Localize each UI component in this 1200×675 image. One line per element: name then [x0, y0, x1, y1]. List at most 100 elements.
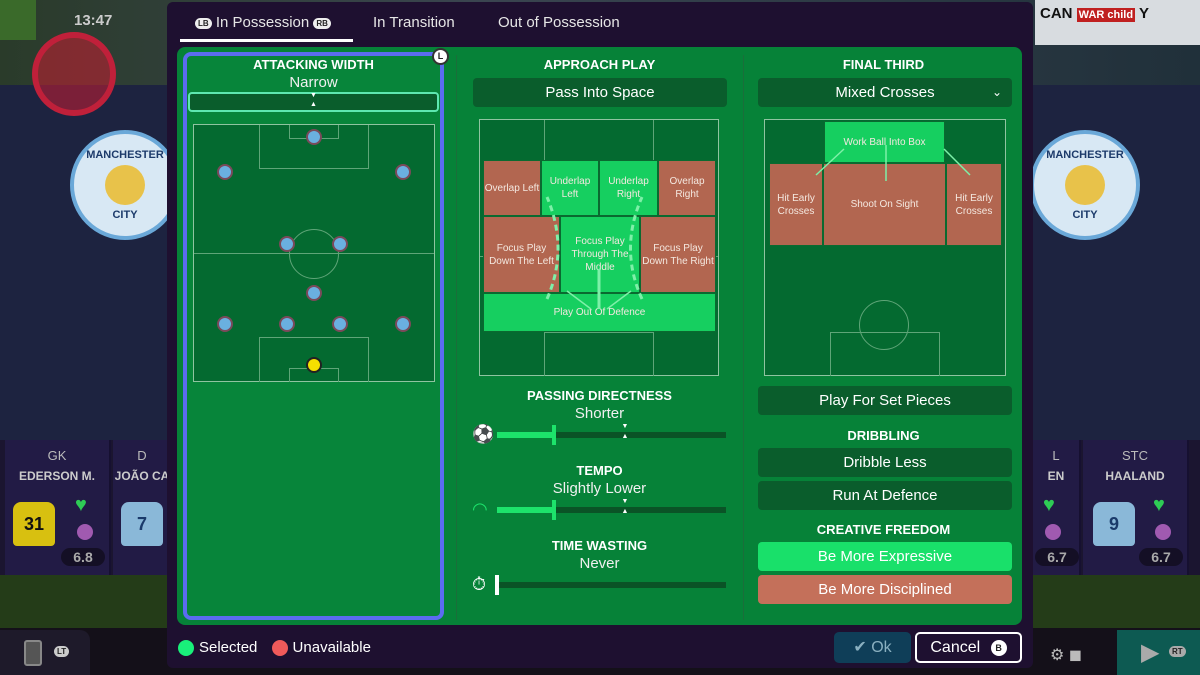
attacking-width-title: ATTACKING WIDTH [253, 57, 374, 72]
player-position: STC [1122, 448, 1148, 463]
player-marker [217, 316, 233, 332]
play-for-set-pieces-button[interactable]: Play For Set Pieces [758, 386, 1012, 415]
gauge-icon: ◠ [472, 499, 488, 519]
match-clock: 13:47 [74, 12, 113, 29]
player-rating: 6.8 [61, 548, 105, 566]
active-tab-indicator [180, 39, 353, 42]
slider-handle[interactable] [552, 425, 557, 445]
passing-directness-value: Shorter [574, 405, 625, 422]
final-third-dropdown[interactable]: Mixed Crosses ⌄ [758, 78, 1012, 107]
goalkeeper-marker [306, 357, 322, 373]
player-marker [306, 285, 322, 301]
approach-play-title: APPROACH PLAY [543, 57, 656, 72]
slider-fill [497, 432, 555, 438]
record-icon [32, 32, 116, 116]
scoreboard: CAN WAR child Y [1035, 0, 1200, 45]
player-name: EN [1047, 469, 1065, 483]
dribble-less-button[interactable]: Dribble Less [758, 448, 1012, 477]
heart-icon: ♥ [1043, 494, 1055, 516]
club-crest-right: MANCHESTER CITY [1030, 130, 1140, 240]
dribbling-title: DRIBBLING [847, 428, 920, 443]
slider-track[interactable] [497, 582, 726, 588]
morale-icon [77, 524, 93, 540]
settings-icon[interactable]: ⚙ ◼ [1050, 645, 1082, 665]
time-wasting-title: TIME WASTING [551, 538, 648, 553]
tab-label: In Possession [215, 14, 310, 31]
tab-in-possession[interactable]: LB In Possession RB [195, 14, 331, 31]
selected-dot [178, 640, 194, 657]
passing-directness-title: PASSING DIRECTNESS [527, 388, 672, 403]
heart-icon: ♥ [1153, 494, 1165, 516]
time-wasting-value: Never [579, 555, 620, 572]
legend-selected: Selected [199, 639, 258, 656]
attacking-width-slider[interactable]: ▼ ▲ [188, 92, 439, 112]
player-card[interactable]: GK EDERSON M. 31 ♥ 6.8 [5, 440, 111, 575]
club-crest-left: MANCHESTER CITY [70, 130, 180, 240]
legend-unavailable: Unavailable [292, 639, 371, 656]
approach-arrows [545, 196, 644, 310]
slider-handle[interactable] [495, 575, 499, 595]
slider-fill [497, 507, 555, 513]
player-position: D [137, 448, 147, 463]
divider [743, 55, 744, 620]
crest-text: CITY [1072, 209, 1098, 221]
tab-out-of-possession[interactable]: Out of Possession [498, 14, 620, 31]
marker-icon: ▼ [310, 92, 317, 99]
cancel-label: Cancel [930, 639, 981, 656]
heart-icon: ♥ [75, 494, 87, 516]
slider-handle[interactable] [552, 500, 557, 520]
player-marker [279, 316, 295, 332]
player-position: L [1052, 448, 1060, 463]
approach-play-dropdown[interactable]: Pass Into Space [473, 78, 727, 107]
final-third-title: FINAL THIRD [842, 57, 925, 72]
unavailable-dot [271, 640, 288, 657]
tablet-icon [24, 640, 42, 666]
stopwatch-icon: ⏱ [472, 574, 487, 594]
player-rating: 6.7 [1139, 548, 1183, 566]
ok-button[interactable]: ✔ Ok [834, 632, 911, 663]
player-marker [306, 129, 322, 145]
shirt-icon: 31 [13, 502, 55, 546]
tempo-title: TEMPO [576, 463, 623, 478]
rt-badge: RT [1169, 646, 1186, 657]
crest-text: MANCHESTER [1046, 149, 1124, 161]
player-name: EDERSON M. [18, 469, 95, 483]
player-card[interactable]: STC HAALAND 9 ♥ 6.7 [1083, 440, 1189, 575]
player-card[interactable]: D JOÃO CA 7 [113, 440, 173, 575]
player-card[interactable]: L EN ♥ 6.7 [1033, 440, 1081, 575]
player-marker [279, 236, 295, 252]
cancel-button[interactable]: Cancel B [915, 632, 1022, 663]
tablet-button[interactable]: LT [0, 630, 90, 675]
attacking-width-value: Narrow [289, 74, 338, 91]
continue-button[interactable]: ▶ RT [1117, 630, 1200, 675]
run-at-defence-button[interactable]: Run At Defence [758, 481, 1012, 510]
player-marker [395, 164, 411, 180]
rb-badge: RB [313, 17, 331, 29]
player-position: GK [47, 448, 67, 463]
morale-icon [1155, 524, 1171, 540]
football-icon: ⚽ [472, 424, 495, 444]
crest-text: CITY [112, 209, 138, 221]
tempo-value: Slightly Lower [552, 480, 647, 497]
formation-pitch [193, 124, 435, 382]
crest-text: MANCHESTER [86, 149, 164, 161]
scoreboard-text: CAN [1040, 5, 1073, 22]
player-marker [332, 236, 348, 252]
player-rating: 6.7 [1035, 548, 1079, 566]
marker-icon: ▼ ▲ [621, 498, 629, 515]
creative-freedom-title: CREATIVE FREEDOM [816, 522, 951, 537]
check-icon: ✔ [853, 639, 867, 656]
player-marker [332, 316, 348, 332]
tab-in-transition[interactable]: In Transition [373, 14, 455, 31]
be-more-expressive-button[interactable]: Be More Expressive [758, 542, 1012, 571]
player-name: HAALAND [1105, 469, 1165, 483]
chevron-down-icon: ⌄ [991, 85, 1002, 99]
marker-icon: ▼ ▲ [621, 423, 629, 440]
scoreboard-text: Y [1138, 5, 1149, 22]
final-third-value: Mixed Crosses [835, 84, 935, 101]
final-third-arrows [815, 145, 971, 181]
divider [456, 55, 457, 620]
b-button-badge: B [990, 639, 1007, 656]
be-more-disciplined-button[interactable]: Be More Disciplined [758, 575, 1012, 604]
shirt-icon: 7 [121, 502, 163, 546]
